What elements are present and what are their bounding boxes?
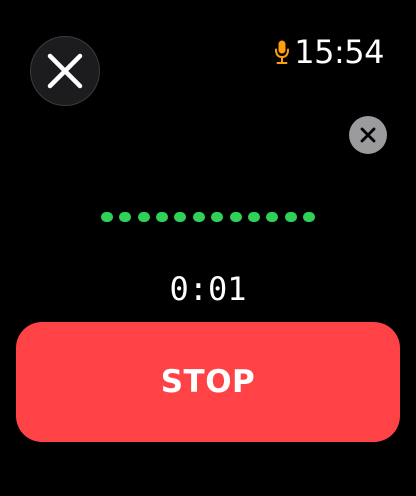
clock-time: 15:54 — [294, 33, 384, 71]
status-bar: 15:54 — [274, 32, 384, 72]
waveform-dot — [119, 212, 132, 222]
close-button[interactable] — [30, 36, 100, 106]
microphone-icon — [274, 39, 290, 65]
waveform-dot — [101, 212, 113, 222]
waveform-dot — [192, 212, 205, 222]
close-icon — [47, 53, 83, 89]
elapsed-time: 0:01 — [169, 270, 247, 308]
stop-button-label: STOP — [160, 364, 256, 400]
waveform-dot — [284, 212, 297, 222]
stop-button[interactable]: STOP — [16, 322, 400, 442]
waveform-dot — [174, 212, 187, 222]
waveform-dot — [247, 212, 260, 222]
dismiss-button[interactable] — [349, 116, 387, 154]
waveform-dot — [156, 212, 169, 222]
waveform-dot — [137, 212, 150, 222]
waveform-dot — [211, 212, 224, 222]
waveform-dot — [302, 212, 315, 222]
waveform-dot — [266, 212, 279, 222]
small-close-icon — [360, 127, 376, 143]
waveform-dot — [229, 212, 242, 222]
audio-waveform — [101, 211, 315, 223]
